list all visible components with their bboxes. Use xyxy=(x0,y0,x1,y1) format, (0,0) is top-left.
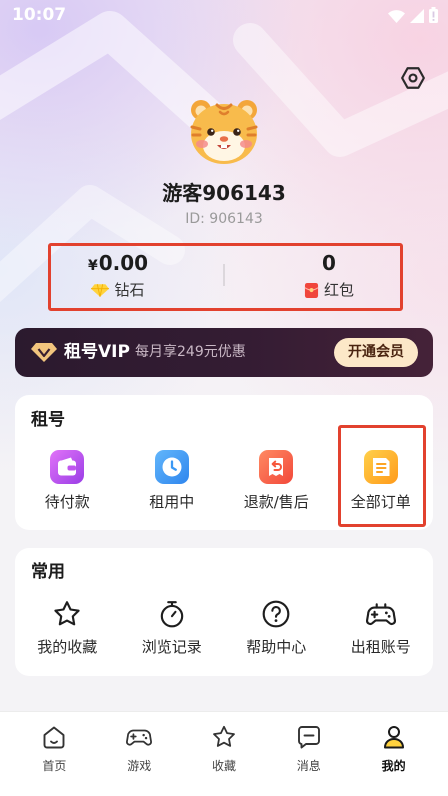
nav-home-label: 首页 xyxy=(42,759,67,773)
pending-payment-item[interactable]: 待付款 xyxy=(15,448,120,518)
refund-aftersale-item[interactable]: 退款/售后 xyxy=(224,448,329,518)
vip-description: 每月享249元优惠 xyxy=(135,344,246,360)
message-icon xyxy=(297,726,320,749)
stats-divider xyxy=(223,264,225,286)
rent-out-account-label: 出租账号 xyxy=(350,638,411,656)
in-use-label: 租用中 xyxy=(149,493,195,511)
my-favorites-label: 我的收藏 xyxy=(37,638,98,656)
red-packets-stat[interactable]: 0 红包 xyxy=(259,251,399,303)
red-packets-label: 红包 xyxy=(323,281,354,299)
diamonds-amount: 0.00 xyxy=(98,251,149,275)
diamonds-label-row: 钻石 xyxy=(48,280,188,300)
username: 游客906143 xyxy=(162,181,286,205)
nav-messages-label: 消息 xyxy=(296,759,321,773)
nav-mine-label: 我的 xyxy=(381,759,406,773)
tiger-avatar xyxy=(190,100,258,164)
wallet-icon xyxy=(50,450,85,484)
refund-aftersale-label: 退款/售后 xyxy=(243,493,309,511)
star-icon xyxy=(54,601,80,626)
wifi-icon xyxy=(388,10,405,23)
gamepad-icon xyxy=(126,729,153,746)
pending-payment-label: 待付款 xyxy=(44,493,90,511)
diamonds-label: 钻石 xyxy=(114,281,145,299)
bottom-navigation: 首页 游戏 收藏 消息 我的 xyxy=(0,712,448,796)
nav-favorites-label: 收藏 xyxy=(211,759,236,773)
user-id: ID: 906143 xyxy=(185,211,263,227)
rent-section-title: 租号 xyxy=(31,410,65,430)
diamonds-stat[interactable]: ¥0.00 钻石 xyxy=(48,251,188,303)
rent-out-account-item[interactable]: 出租账号 xyxy=(329,597,434,667)
gamepad-icon xyxy=(365,603,396,625)
stopwatch-icon xyxy=(160,601,183,628)
signal-icon xyxy=(410,9,424,23)
open-membership-button[interactable]: 开通会员 xyxy=(334,338,418,367)
refund-icon xyxy=(259,450,294,484)
avatar[interactable] xyxy=(184,91,264,171)
nav-games-label: 游戏 xyxy=(127,759,152,773)
status-icons xyxy=(388,7,438,23)
currency-symbol: ¥ xyxy=(87,258,98,274)
star-icon xyxy=(213,725,235,747)
vip-title: 租号VIP xyxy=(64,342,130,362)
help-circle-icon xyxy=(262,600,290,628)
nav-home[interactable]: 首页 xyxy=(12,712,97,796)
common-section-title: 常用 xyxy=(31,562,65,582)
browse-history-label: 浏览记录 xyxy=(141,638,202,656)
clock-icon xyxy=(154,450,189,484)
nav-mine[interactable]: 我的 xyxy=(351,712,436,796)
common-section-card: 常用 我的收藏 浏览记录 帮助中心 出租账号 xyxy=(15,548,433,676)
person-icon xyxy=(383,726,404,749)
settings-hexagon-icon xyxy=(401,67,425,89)
vip-banner[interactable]: 租号VIP 每月享249元优惠 开通会员 xyxy=(15,328,433,377)
diamond-icon xyxy=(91,283,110,297)
in-use-item[interactable]: 租用中 xyxy=(120,448,225,518)
nav-games[interactable]: 游戏 xyxy=(97,712,182,796)
settings-button[interactable] xyxy=(400,65,426,91)
all-orders-highlight-box xyxy=(338,425,426,527)
status-time: 10:07 xyxy=(12,5,67,25)
nav-favorites[interactable]: 收藏 xyxy=(182,712,267,796)
vip-diamond-icon xyxy=(31,343,57,362)
battery-icon xyxy=(429,7,438,23)
diamonds-value: ¥0.00 xyxy=(48,251,188,278)
red-packets-value: 0 xyxy=(322,251,336,275)
my-favorites-item[interactable]: 我的收藏 xyxy=(15,597,120,667)
help-center-item[interactable]: 帮助中心 xyxy=(224,597,329,667)
red-packets-label-row: 红包 xyxy=(259,280,399,300)
browse-history-item[interactable]: 浏览记录 xyxy=(120,597,225,667)
red-envelope-icon xyxy=(304,282,319,298)
nav-messages[interactable]: 消息 xyxy=(266,712,351,796)
home-icon xyxy=(43,726,65,749)
help-center-label: 帮助中心 xyxy=(246,638,307,656)
